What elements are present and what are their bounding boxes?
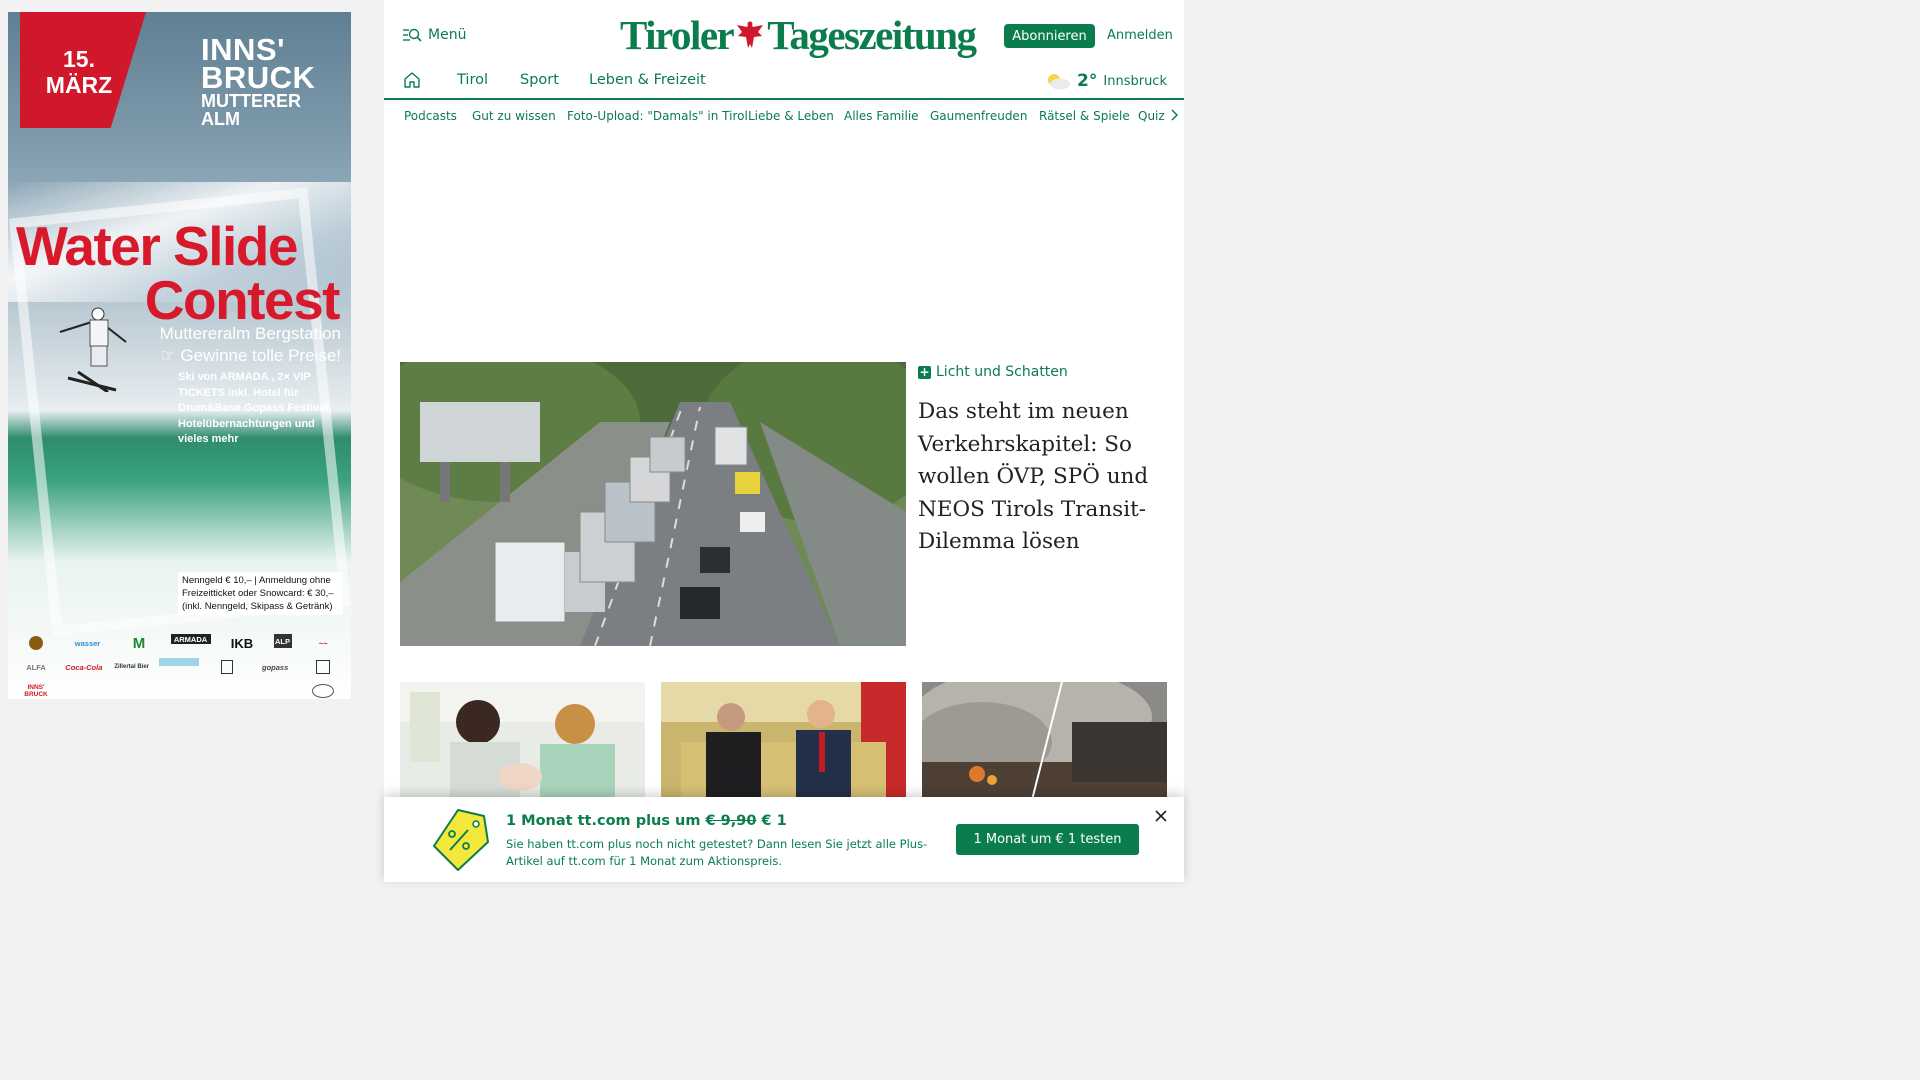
skyscraper-ad[interactable]: 15. MÄRZ INNS' BRUCK MUTTERER ALM Water … bbox=[8, 12, 351, 699]
logo-text-right: Tageszeitung bbox=[767, 12, 977, 58]
nav-item-leben-freizeit[interactable]: Leben & Freizeit bbox=[589, 72, 706, 88]
chevron-right-icon[interactable] bbox=[1170, 109, 1178, 121]
ad-city-line3: MUTTERER bbox=[201, 91, 301, 111]
site-logo[interactable]: Tiroler Tageszeitung bbox=[620, 12, 977, 58]
sponsor-logo: gopass bbox=[262, 662, 289, 672]
sponsor-logo: wasser bbox=[74, 638, 101, 648]
weather-widget[interactable]: 2° Innsbruck bbox=[1045, 71, 1167, 91]
ad-prize-details: Ski von ARMADA , 2× VIP TICKETS inkl. Ho… bbox=[178, 371, 332, 445]
ad-sponsor-logos: wasser M ARMADA IKB ALP ~~ ALFA Coca-Col… bbox=[16, 634, 343, 699]
logo-text-left: Tiroler bbox=[620, 12, 735, 58]
sponsor-logo bbox=[303, 658, 343, 676]
sponsor-logo bbox=[303, 682, 343, 699]
sub-navigation: Podcasts Gut zu wissen Foto-Upload: "Dam… bbox=[384, 101, 1184, 131]
ad-title-line1: Water Slide bbox=[16, 215, 298, 277]
ad-title-line2: Contest bbox=[144, 269, 341, 331]
promo-cta-button[interactable]: 1 Monat um € 1 testen bbox=[956, 824, 1139, 855]
sponsor-logo: M bbox=[132, 634, 146, 652]
nav-item-tirol[interactable]: Tirol bbox=[457, 72, 488, 88]
promo-headline: 1 Monat tt.com plus um € 9,90 € 1 bbox=[506, 813, 787, 829]
lead-article-kicker: + Licht und Schatten bbox=[918, 364, 1068, 380]
promo-new-price: € 1 bbox=[761, 813, 787, 829]
menu-button[interactable]: Menü bbox=[402, 27, 466, 43]
mother-baby-photo bbox=[400, 682, 645, 800]
ad-city-line4: ALM bbox=[201, 109, 240, 129]
menu-label: Menü bbox=[428, 27, 467, 43]
teaser-article-2[interactable] bbox=[661, 682, 906, 800]
ad-date-month: MÄRZ bbox=[45, 72, 113, 98]
login-link[interactable]: Anmelden bbox=[1107, 28, 1173, 43]
lead-article-image[interactable] bbox=[400, 362, 906, 646]
subnav-item-liebe-leben[interactable]: Liebe & Leben bbox=[748, 109, 834, 123]
sponsor-logo: Zillertal Bier bbox=[114, 664, 149, 670]
sponsor-logo: ~~ bbox=[318, 638, 328, 648]
sponsor-logo: INNS' BRUCK bbox=[24, 684, 48, 698]
nav-item-sport[interactable]: Sport bbox=[520, 72, 559, 88]
sponsor-logo: IKB bbox=[230, 635, 254, 651]
promo-headline-prefix: 1 Monat tt.com plus um bbox=[506, 813, 701, 829]
subnav-item-gut-zu-wissen[interactable]: Gut zu wissen bbox=[472, 109, 556, 123]
subscribe-button[interactable]: Abonnieren bbox=[1004, 24, 1095, 48]
menu-search-icon bbox=[403, 28, 422, 42]
partly-cloudy-icon bbox=[1048, 74, 1071, 90]
close-icon[interactable] bbox=[1154, 809, 1168, 823]
fire-smoke-photo bbox=[922, 682, 1167, 800]
weather-temperature: 2° bbox=[1077, 71, 1098, 91]
skier-illustration bbox=[59, 307, 127, 392]
promo-old-price: € 9,90 bbox=[705, 813, 757, 829]
tyrol-eagle-icon bbox=[737, 21, 764, 48]
sponsor-logo bbox=[159, 658, 200, 666]
promo-text: Sie haben tt.com plus noch nicht geteste… bbox=[506, 837, 928, 868]
subnav-item-gaumenfreuden[interactable]: Gaumenfreuden bbox=[930, 109, 1027, 123]
subnav-item-podcasts[interactable]: Podcasts bbox=[404, 109, 457, 123]
politicians-meeting-photo bbox=[661, 682, 906, 800]
ad-city-logo: INNS' BRUCK MUTTERER ALM bbox=[201, 34, 341, 129]
sponsor-logo: ALP bbox=[273, 634, 292, 648]
sponsor-logo bbox=[207, 658, 247, 676]
sponsor-logo: ALFA bbox=[26, 662, 46, 672]
kicker-label: Licht und Schatten bbox=[936, 364, 1068, 380]
teaser-article-3[interactable] bbox=[922, 682, 1167, 800]
hand-pointer-icon: ☞ bbox=[160, 346, 181, 365]
ad-fee-box: Nenngeld € 10,– | Anmeldung ohne Freizei… bbox=[178, 572, 343, 615]
ad-date: 15. MÄRZ bbox=[34, 46, 124, 98]
sponsor-logo bbox=[16, 634, 56, 652]
highway-traffic-photo bbox=[400, 362, 906, 646]
price-tag-icon bbox=[433, 809, 489, 871]
ad-city-line2: BRUCK bbox=[201, 60, 316, 95]
ad-placeholder bbox=[384, 134, 1184, 344]
subnav-item-raetsel-spiele[interactable]: Rätsel & Spiele bbox=[1039, 109, 1130, 123]
ad-date-day: 15. bbox=[63, 46, 95, 72]
home-icon[interactable] bbox=[403, 71, 421, 89]
ad-prize-headline: ☞ Gewinne tolle Preise! bbox=[160, 346, 341, 366]
subnav-item-alles-familie[interactable]: Alles Familie bbox=[844, 109, 919, 123]
main-navigation: Tirol Sport Leben & Freizeit 2° Innsbruc… bbox=[384, 62, 1184, 100]
sponsor-logo: ARMADA bbox=[170, 634, 211, 644]
subnav-item-foto-upload[interactable]: Foto-Upload: "Damals" in Tirol bbox=[567, 109, 748, 123]
ad-location: Muttereralm Bergstation bbox=[159, 324, 341, 343]
teaser-article-1[interactable] bbox=[400, 682, 645, 800]
lead-article-title[interactable]: Das steht im neuen Verkehrskapitel: So w… bbox=[918, 396, 1168, 559]
main-page: Menü Tiroler Tageszeitung Abonnieren Anm… bbox=[384, 0, 1184, 882]
sponsor-logo: Coca-Cola bbox=[65, 662, 103, 672]
subscription-banner: 1 Monat tt.com plus um € 9,90 € 1 Sie ha… bbox=[384, 797, 1184, 882]
plus-icon: + bbox=[918, 364, 931, 379]
weather-city: Innsbruck bbox=[1103, 73, 1167, 89]
ad-prize-text: Gewinne tolle Preise! bbox=[180, 346, 341, 365]
subnav-item-quiz[interactable]: Quiz bbox=[1138, 109, 1165, 123]
